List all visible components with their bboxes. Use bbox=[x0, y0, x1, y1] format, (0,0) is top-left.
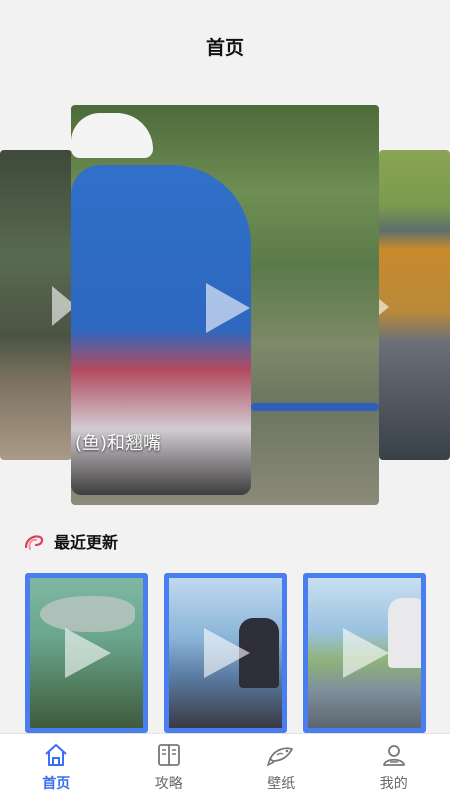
carousel-slide-next[interactable] bbox=[379, 150, 450, 460]
play-icon bbox=[65, 628, 111, 678]
tab-guide[interactable]: 攻略 bbox=[113, 734, 226, 800]
page-title: 首页 bbox=[205, 36, 244, 59]
tab-mine[interactable]: 我的 bbox=[338, 734, 450, 800]
play-icon bbox=[379, 294, 389, 320]
home-icon bbox=[45, 744, 67, 766]
thumbnail-image bbox=[388, 598, 421, 668]
top-bar: 首页 bbox=[0, 0, 450, 90]
fish-icon bbox=[267, 747, 294, 767]
tab-label: 攻略 bbox=[154, 776, 183, 792]
play-icon bbox=[52, 286, 72, 326]
tab-label: 壁纸 bbox=[267, 776, 296, 792]
carousel-slide-current[interactable]: (鱼)和翘嘴 bbox=[71, 105, 379, 505]
user-icon bbox=[382, 745, 405, 766]
video-card[interactable] bbox=[25, 573, 148, 733]
recent-updates-header: 最近更新 bbox=[22, 526, 118, 556]
video-carousel[interactable]: (鱼)和翘嘴 bbox=[0, 100, 450, 510]
play-icon bbox=[343, 628, 389, 678]
video-card[interactable] bbox=[303, 573, 426, 733]
tab-label: 我的 bbox=[379, 776, 408, 792]
recent-video-list bbox=[0, 573, 450, 733]
section-title: 最近更新 bbox=[54, 533, 119, 552]
video-caption: (鱼)和翘嘴 bbox=[75, 433, 162, 454]
tab-wallpaper[interactable]: 壁纸 bbox=[225, 734, 338, 800]
video-thumbnail-cap bbox=[71, 113, 153, 158]
fishing-hook-icon bbox=[24, 535, 44, 550]
book-icon bbox=[157, 744, 180, 766]
tab-home[interactable]: 首页 bbox=[0, 734, 113, 800]
video-card[interactable] bbox=[164, 573, 287, 733]
video-thumbnail-rod bbox=[251, 403, 379, 411]
carousel-slide-prev[interactable] bbox=[0, 150, 72, 460]
tab-label: 首页 bbox=[42, 776, 71, 792]
thumbnail-image bbox=[40, 596, 135, 632]
bottom-tab-bar: 首页 攻略 壁纸 我的 bbox=[0, 733, 450, 800]
